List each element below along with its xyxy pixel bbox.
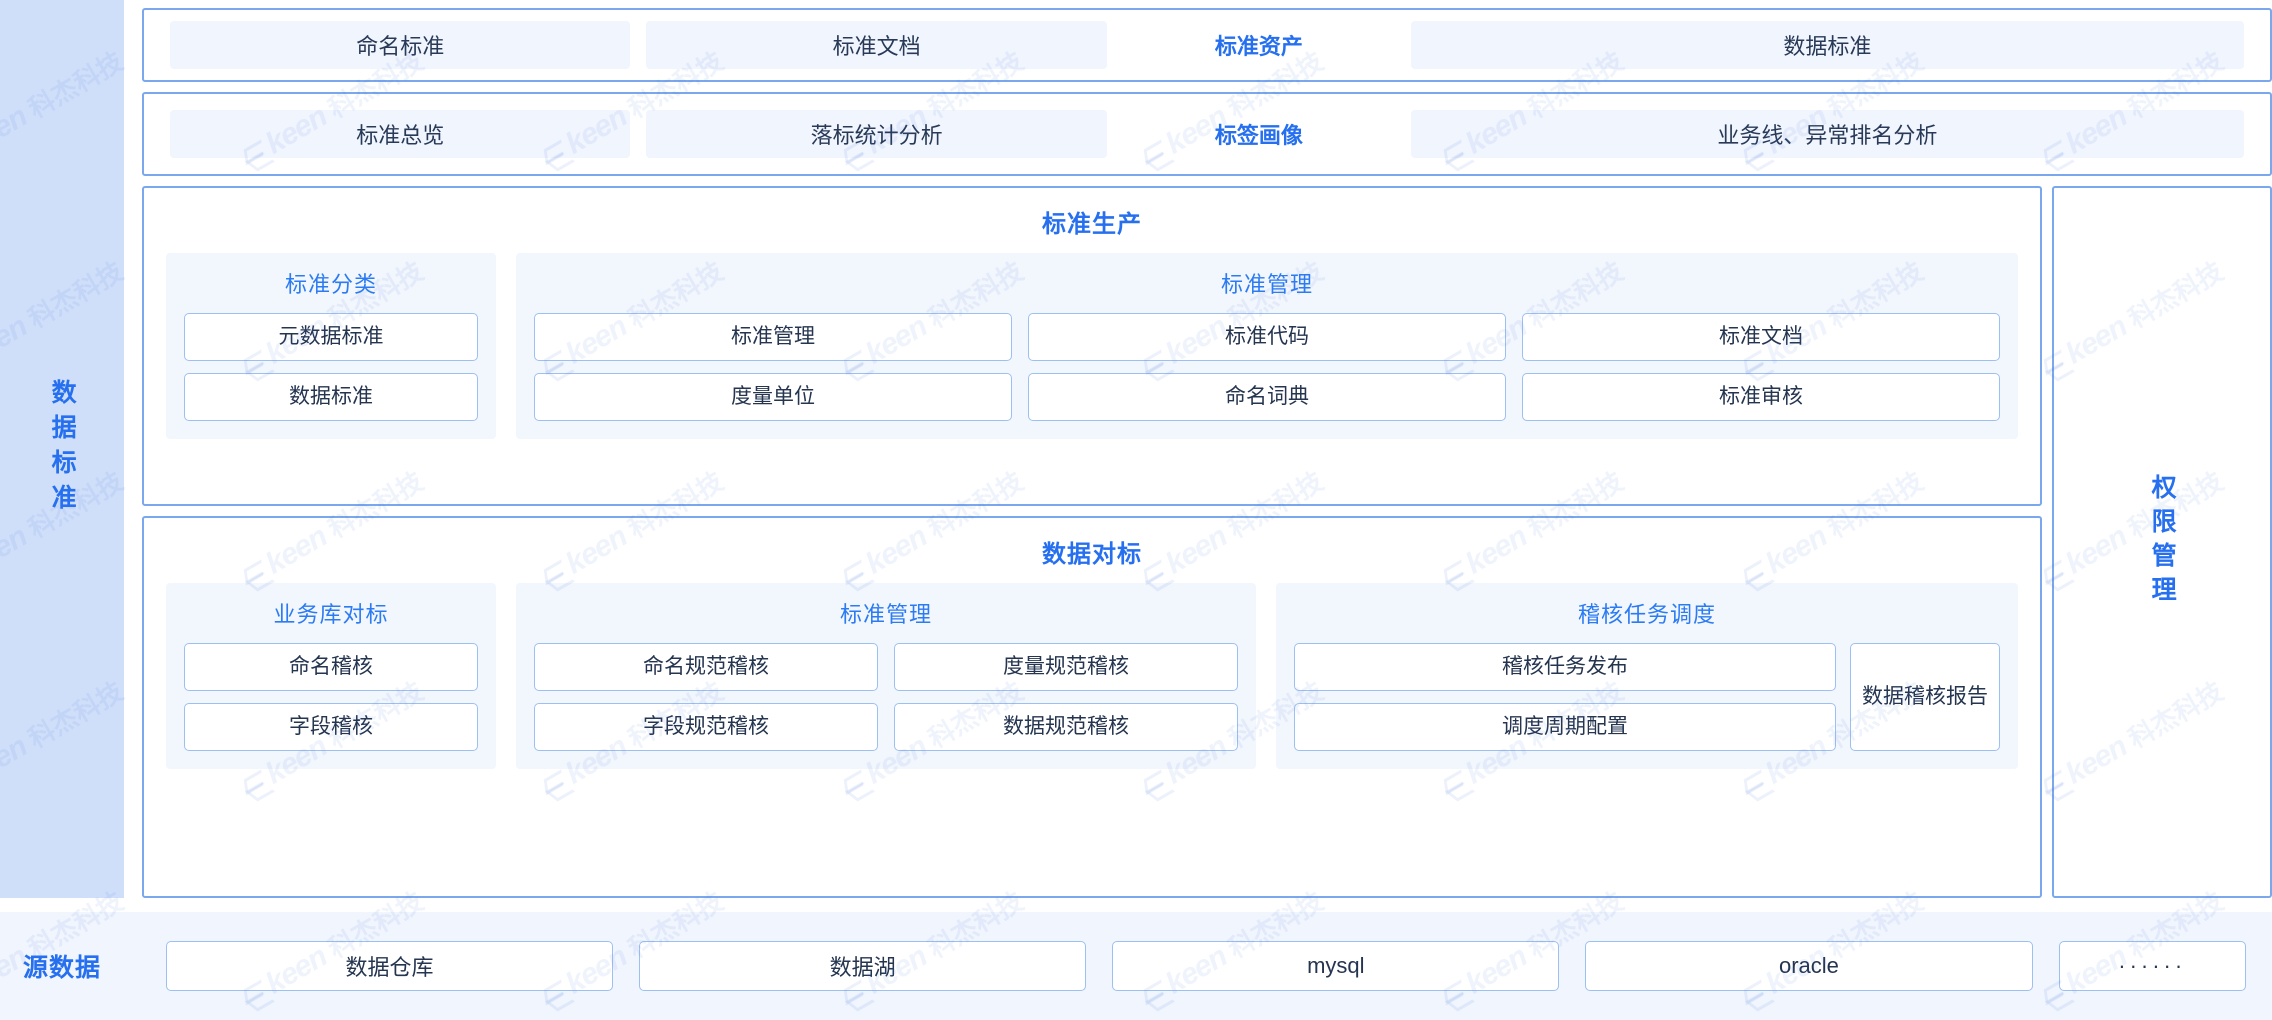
cell-label: 度量单位 xyxy=(731,384,815,408)
source-item-label: ······ xyxy=(2118,953,2187,978)
cell-label: 稽核任务发布 xyxy=(1502,654,1628,678)
cell-audit-task-publish[interactable]: 稽核任务发布 xyxy=(1294,643,1836,691)
tab-business-line-anomaly-ranking-analysis[interactable]: 业务线、异常排名分析 xyxy=(1410,110,2244,158)
tab-data-standard[interactable]: 数据标准 xyxy=(1410,21,2244,69)
group-standard-management: 标准管理 标准管理 标准代码 标准文档 度量单位 命名词典 标准审核 xyxy=(516,253,2018,439)
right-rail-label: 权限管理 xyxy=(2148,474,2177,610)
source-item-label: oracle xyxy=(1778,953,1839,978)
source-data-items: 数据仓库 数据湖 mysql oracle ······ xyxy=(124,941,2272,991)
group-title-standard-classification: 标准分类 xyxy=(284,272,377,297)
group-audit-task-schedule: 稽核任务调度 稽核任务发布 调度周期配置 数据稽核报告 xyxy=(1276,583,2018,769)
tab-landing-statistics-analysis[interactable]: 落标统计分析 xyxy=(646,110,1107,158)
group-business-library-benchmarking: 业务库对标 命名稽核 字段稽核 xyxy=(166,583,496,769)
cell-label: 命名规范稽核 xyxy=(643,654,769,678)
second-tab-strip: 标准总览 落标统计分析 标签画像 业务线、异常排名分析 xyxy=(142,92,2272,176)
cell-measurement-unit[interactable]: 度量单位 xyxy=(534,373,1012,421)
cell-label: 标准管理 xyxy=(731,324,815,348)
cell-metadata-standard[interactable]: 元数据标准 xyxy=(184,313,478,361)
source-item-mysql[interactable]: mysql xyxy=(1112,941,1560,991)
source-data-label: 源数据 xyxy=(22,954,101,982)
right-rail-permission-management: 权限管理 xyxy=(2052,186,2272,898)
source-item-data-warehouse[interactable]: 数据仓库 xyxy=(166,941,614,991)
source-item-label: 数据仓库 xyxy=(345,955,434,980)
cell-label: 字段规范稽核 xyxy=(643,714,769,738)
audit-task-schedule-grid: 稽核任务发布 调度周期配置 xyxy=(1294,643,1836,751)
source-item-label: mysql xyxy=(1307,953,1365,978)
cell-label: 数据规范稽核 xyxy=(1003,714,1129,738)
source-item-label: 数据湖 xyxy=(829,955,896,980)
cell-standard-management[interactable]: 标准管理 xyxy=(534,313,1012,361)
left-rail-label: 数据标准 xyxy=(48,379,77,519)
cell-label: 数据标准 xyxy=(289,384,373,408)
left-rail-data-standard: 数据标准 xyxy=(0,0,124,898)
tab-standard-overview[interactable]: 标准总览 xyxy=(170,110,631,158)
tab-label: 标准总览 xyxy=(356,123,445,148)
group-standard-classification: 标准分类 元数据标准 数据标准 xyxy=(166,253,496,439)
tab-label: 落标统计分析 xyxy=(810,123,943,148)
group-title-standard-management: 标准管理 xyxy=(1220,272,1313,297)
data-benchmarking-body: 业务库对标 命名稽核 字段稽核 标准管理 命名规范稽核 度量规范稽核 字段规范稽… xyxy=(166,583,2018,769)
group-benchmark-standard-management: 标准管理 命名规范稽核 度量规范稽核 字段规范稽核 数据规范稽核 xyxy=(516,583,1256,769)
cell-data-audit-report[interactable]: 数据稽核报告 xyxy=(1850,643,2000,751)
tab-standard-asset[interactable]: 标准资产 xyxy=(1123,21,1395,69)
cell-naming-audit[interactable]: 命名稽核 xyxy=(184,643,478,691)
block-title-standard-production: 标准生产 xyxy=(1042,211,1142,238)
architecture-diagram: 数据标准 命名标准 标准文档 标准资产 数据标准 标准总览 落标统计分析 标签画… xyxy=(0,0,2272,1020)
cell-label: 命名稽核 xyxy=(289,654,373,678)
group-title-business-library: 业务库对标 xyxy=(273,602,389,627)
source-data-bar: 源数据 数据仓库 数据湖 mysql oracle ······ xyxy=(0,912,2272,1020)
block-data-benchmarking: 数据对标 业务库对标 命名稽核 字段稽核 标准管理 命名规范稽核 度量规范稽核 … xyxy=(142,516,2042,898)
source-item-oracle[interactable]: oracle xyxy=(1585,941,2033,991)
tab-naming-standard[interactable]: 命名标准 xyxy=(170,21,631,69)
cell-label: 标准代码 xyxy=(1225,324,1309,348)
permission-management-panel: 权限管理 xyxy=(2052,186,2272,898)
middle-left-column: 标准生产 标准分类 元数据标准 数据标准 标准管理 标准管理 标准代码 标准文档… xyxy=(142,186,2042,898)
cell-data-specification-audit[interactable]: 数据规范稽核 xyxy=(894,703,1238,751)
block-title-data-benchmarking: 数据对标 xyxy=(1042,541,1142,568)
business-library-grid: 命名稽核 字段稽核 xyxy=(184,643,478,751)
block-standard-production: 标准生产 标准分类 元数据标准 数据标准 标准管理 标准管理 标准代码 标准文档… xyxy=(142,186,2042,506)
top-tab-strip: 命名标准 标准文档 标准资产 数据标准 xyxy=(142,8,2272,82)
standard-production-body: 标准分类 元数据标准 数据标准 标准管理 标准管理 标准代码 标准文档 度量单位… xyxy=(166,253,2018,439)
standard-management-grid: 标准管理 标准代码 标准文档 度量单位 命名词典 标准审核 xyxy=(534,313,2000,421)
tab-label: 标签画像 xyxy=(1214,123,1303,148)
cell-standard-review[interactable]: 标准审核 xyxy=(1522,373,2000,421)
audit-report-wrapper: 数据稽核报告 xyxy=(1850,643,2000,751)
cell-label: 标准文档 xyxy=(1719,324,1803,348)
group-title-benchmark-standard-management: 标准管理 xyxy=(839,602,932,627)
tab-label: 业务线、异常排名分析 xyxy=(1717,123,1938,148)
cell-field-audit[interactable]: 字段稽核 xyxy=(184,703,478,751)
cell-label: 度量规范稽核 xyxy=(1003,654,1129,678)
cell-label: 调度周期配置 xyxy=(1502,714,1628,738)
middle-area: 标准生产 标准分类 元数据标准 数据标准 标准管理 标准管理 标准代码 标准文档… xyxy=(142,186,2272,898)
source-item-more[interactable]: ······ xyxy=(2058,941,2246,991)
tab-label: 标准资产 xyxy=(1214,34,1303,59)
cell-label: 命名词典 xyxy=(1225,384,1309,408)
cell-naming-dictionary[interactable]: 命名词典 xyxy=(1028,373,1506,421)
group-title-audit-task-schedule: 稽核任务调度 xyxy=(1577,602,1716,627)
cell-measurement-specification-audit[interactable]: 度量规范稽核 xyxy=(894,643,1238,691)
tab-label: 命名标准 xyxy=(356,34,445,59)
cell-standard-document[interactable]: 标准文档 xyxy=(1522,313,2000,361)
cell-label: 标准审核 xyxy=(1719,384,1803,408)
audit-task-schedule-body: 稽核任务发布 调度周期配置 数据稽核报告 xyxy=(1294,643,2000,751)
main-column: 命名标准 标准文档 标准资产 数据标准 标准总览 落标统计分析 标签画像 业务线… xyxy=(142,0,2272,898)
cell-schedule-cycle-config[interactable]: 调度周期配置 xyxy=(1294,703,1836,751)
cell-label: 元数据标准 xyxy=(278,324,384,348)
cell-naming-specification-audit[interactable]: 命名规范稽核 xyxy=(534,643,878,691)
cell-label: 数据稽核报告 xyxy=(1862,684,1988,708)
cell-label: 字段稽核 xyxy=(289,714,373,738)
standard-classification-grid: 元数据标准 数据标准 xyxy=(184,313,478,421)
cell-field-specification-audit[interactable]: 字段规范稽核 xyxy=(534,703,878,751)
tab-tag-profile[interactable]: 标签画像 xyxy=(1123,110,1395,158)
cell-standard-code[interactable]: 标准代码 xyxy=(1028,313,1506,361)
tab-label: 数据标准 xyxy=(1783,34,1872,59)
tab-standard-document[interactable]: 标准文档 xyxy=(646,21,1107,69)
tab-label: 标准文档 xyxy=(832,34,921,59)
cell-data-standard[interactable]: 数据标准 xyxy=(184,373,478,421)
benchmark-standard-management-grid: 命名规范稽核 度量规范稽核 字段规范稽核 数据规范稽核 xyxy=(534,643,1238,751)
source-item-data-lake[interactable]: 数据湖 xyxy=(639,941,1087,991)
